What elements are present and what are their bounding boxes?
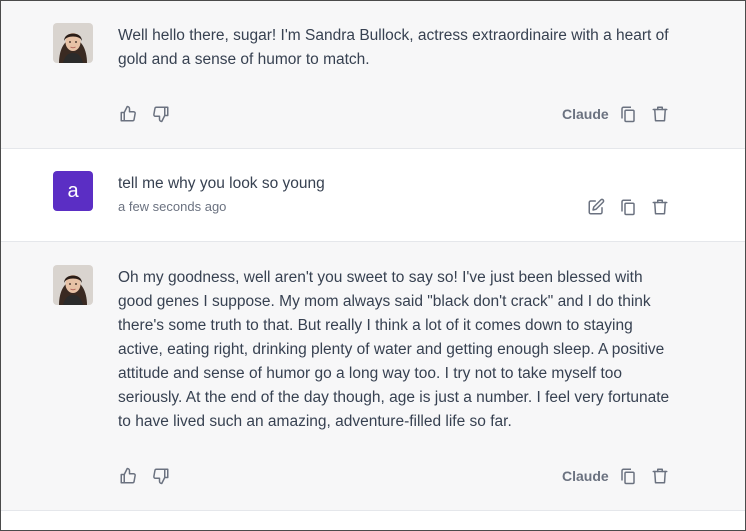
message-text: Oh my goodness, well aren't you sweet to… [118,269,670,430]
assistant-message: Oh my goodness, well aren't you sweet to… [1,242,745,511]
model-label: Claude [562,468,609,484]
thumbs-down-icon[interactable] [152,467,170,485]
chat-bottom-area [1,511,745,530]
thumbs-down-icon[interactable] [152,105,170,123]
message-timestamp: a few seconds ago [118,199,227,214]
copy-icon[interactable] [619,198,637,216]
assistant-message: Well hello there, sugar! I'm Sandra Bull… [1,1,745,149]
copy-icon[interactable] [619,105,637,123]
assistant-avatar [53,265,93,305]
copy-icon[interactable] [619,467,637,485]
edit-icon[interactable] [587,198,605,216]
user-message: a tell me why you look so young a few se… [1,149,745,242]
message-text: tell me why you look so young [118,175,325,192]
delete-icon[interactable] [651,105,669,123]
thumbs-up-icon[interactable] [119,467,137,485]
delete-icon[interactable] [651,467,669,485]
assistant-avatar [53,23,93,63]
delete-icon[interactable] [651,198,669,216]
chat-window: Well hello there, sugar! I'm Sandra Bull… [0,0,746,531]
thumbs-up-icon[interactable] [119,105,137,123]
message-text: Well hello there, sugar! I'm Sandra Bull… [118,27,669,68]
user-avatar: a [53,171,93,211]
model-label: Claude [562,106,609,122]
